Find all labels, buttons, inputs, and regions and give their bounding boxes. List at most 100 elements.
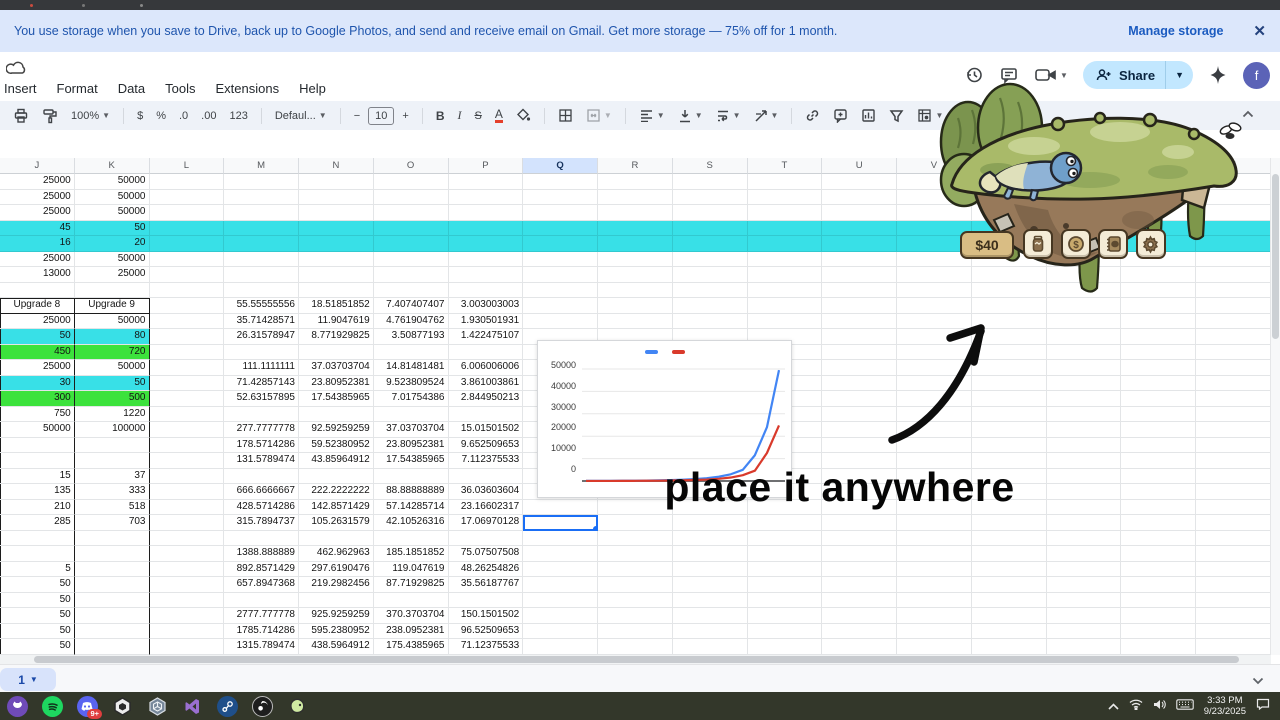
- cell-X30[interactable]: [1047, 624, 1122, 640]
- more-formats-button[interactable]: 123: [224, 105, 252, 127]
- cell-U8[interactable]: [822, 283, 897, 299]
- settings-gear-button[interactable]: [1136, 229, 1166, 259]
- cell-Y8[interactable]: [1121, 283, 1196, 299]
- cell-R3[interactable]: [598, 205, 673, 221]
- cell-T4[interactable]: [748, 221, 823, 237]
- cell-P3[interactable]: [449, 205, 524, 221]
- cell-Q6[interactable]: [523, 252, 598, 268]
- cell-T23[interactable]: [748, 515, 823, 531]
- cell-M12[interactable]: [224, 345, 299, 361]
- cell-T31[interactable]: [748, 639, 823, 655]
- share-button[interactable]: Share ▼: [1083, 61, 1193, 89]
- cell-O1[interactable]: [374, 174, 449, 190]
- inventory-jar-button[interactable]: [1023, 229, 1053, 259]
- cell-M14[interactable]: 71.42857143: [224, 376, 299, 392]
- cell-R5[interactable]: [598, 236, 673, 252]
- cell-O23[interactable]: 42.10526316: [374, 515, 449, 531]
- cell-M15[interactable]: 52.63157895: [224, 391, 299, 407]
- cell-L20[interactable]: [150, 469, 225, 485]
- cell-N14[interactable]: 23.80952381: [299, 376, 374, 392]
- cell-Y19[interactable]: [1121, 453, 1196, 469]
- cell-K3[interactable]: 50000: [75, 205, 150, 221]
- cell-X22[interactable]: [1047, 500, 1122, 516]
- cell-J12[interactable]: 450: [0, 345, 75, 361]
- cell-S10[interactable]: [673, 314, 748, 330]
- cell-N9[interactable]: 18.51851852: [299, 298, 374, 314]
- cell-V26[interactable]: [897, 562, 972, 578]
- cell-S9[interactable]: [673, 298, 748, 314]
- cell-Y16[interactable]: [1121, 407, 1196, 423]
- cell-K13[interactable]: 50000: [75, 360, 150, 376]
- cell-P30[interactable]: 96.52509653: [449, 624, 524, 640]
- column-header-N[interactable]: N: [299, 158, 374, 174]
- cell-Z8[interactable]: [1196, 283, 1271, 299]
- cell-Z9[interactable]: [1196, 298, 1271, 314]
- cell-J19[interactable]: [0, 453, 75, 469]
- cell-W28[interactable]: [972, 593, 1047, 609]
- cell-V28[interactable]: [897, 593, 972, 609]
- cell-Y30[interactable]: [1121, 624, 1196, 640]
- cell-Y23[interactable]: [1121, 515, 1196, 531]
- cell-N24[interactable]: [299, 531, 374, 547]
- cell-R25[interactable]: [598, 546, 673, 562]
- cell-Y13[interactable]: [1121, 360, 1196, 376]
- cell-J18[interactable]: [0, 438, 75, 454]
- cell-N27[interactable]: 219.2982456: [299, 577, 374, 593]
- cell-U2[interactable]: [822, 190, 897, 206]
- cell-O25[interactable]: 185.1851852: [374, 546, 449, 562]
- cell-L7[interactable]: [150, 267, 225, 283]
- cell-O17[interactable]: 37.03703704: [374, 422, 449, 438]
- cell-O4[interactable]: [374, 221, 449, 237]
- cell-M16[interactable]: [224, 407, 299, 423]
- manage-storage-link[interactable]: Manage storage: [1128, 24, 1223, 38]
- cell-P4[interactable]: [449, 221, 524, 237]
- cell-Y9[interactable]: [1121, 298, 1196, 314]
- cell-X29[interactable]: [1047, 608, 1122, 624]
- cell-V2[interactable]: [897, 190, 972, 206]
- cell-L23[interactable]: [150, 515, 225, 531]
- cell-K30[interactable]: [75, 624, 150, 640]
- column-header-Y[interactable]: Y: [1121, 158, 1196, 174]
- cell-J30[interactable]: 50: [0, 624, 75, 640]
- cell-M7[interactable]: [224, 267, 299, 283]
- cell-Q3[interactable]: [523, 205, 598, 221]
- cell-R29[interactable]: [598, 608, 673, 624]
- font-size-input[interactable]: 10: [368, 107, 394, 125]
- cell-K18[interactable]: [75, 438, 150, 454]
- insert-comment-button[interactable]: [828, 105, 853, 127]
- cell-T29[interactable]: [748, 608, 823, 624]
- cell-L26[interactable]: [150, 562, 225, 578]
- video-call-icon[interactable]: ▼: [1034, 66, 1068, 84]
- cell-J2[interactable]: 25000: [0, 190, 75, 206]
- taskbar-visual-studio-icon[interactable]: [181, 695, 203, 717]
- journal-button[interactable]: [1098, 229, 1128, 259]
- cell-Y1[interactable]: [1121, 174, 1196, 190]
- cell-L14[interactable]: [150, 376, 225, 392]
- cell-Y28[interactable]: [1121, 593, 1196, 609]
- cell-N22[interactable]: 142.8571429: [299, 500, 374, 516]
- cell-L30[interactable]: [150, 624, 225, 640]
- cell-K28[interactable]: [75, 593, 150, 609]
- cell-M10[interactable]: 35.71428571: [224, 314, 299, 330]
- cell-P21[interactable]: 36.03603604: [449, 484, 524, 500]
- increase-font-button[interactable]: +: [397, 105, 413, 127]
- cell-Y24[interactable]: [1121, 531, 1196, 547]
- cell-Y20[interactable]: [1121, 469, 1196, 485]
- cell-L8[interactable]: [150, 283, 225, 299]
- cell-Y2[interactable]: [1121, 190, 1196, 206]
- horizontal-scrollbar-thumb[interactable]: [34, 656, 1239, 663]
- cell-J3[interactable]: 25000: [0, 205, 75, 221]
- cell-L12[interactable]: [150, 345, 225, 361]
- cell-M21[interactable]: 666.6666667: [224, 484, 299, 500]
- cell-P20[interactable]: [449, 469, 524, 485]
- cell-Z17[interactable]: [1196, 422, 1271, 438]
- cell-L25[interactable]: [150, 546, 225, 562]
- cell-T26[interactable]: [748, 562, 823, 578]
- cell-L27[interactable]: [150, 577, 225, 593]
- menu-item-insert[interactable]: Insert: [0, 79, 47, 99]
- cell-O19[interactable]: 17.54385965: [374, 453, 449, 469]
- gemini-sparkle-icon[interactable]: [1208, 65, 1228, 85]
- cell-J1[interactable]: 25000: [0, 174, 75, 190]
- cell-K20[interactable]: 37: [75, 469, 150, 485]
- cell-J22[interactable]: 210: [0, 500, 75, 516]
